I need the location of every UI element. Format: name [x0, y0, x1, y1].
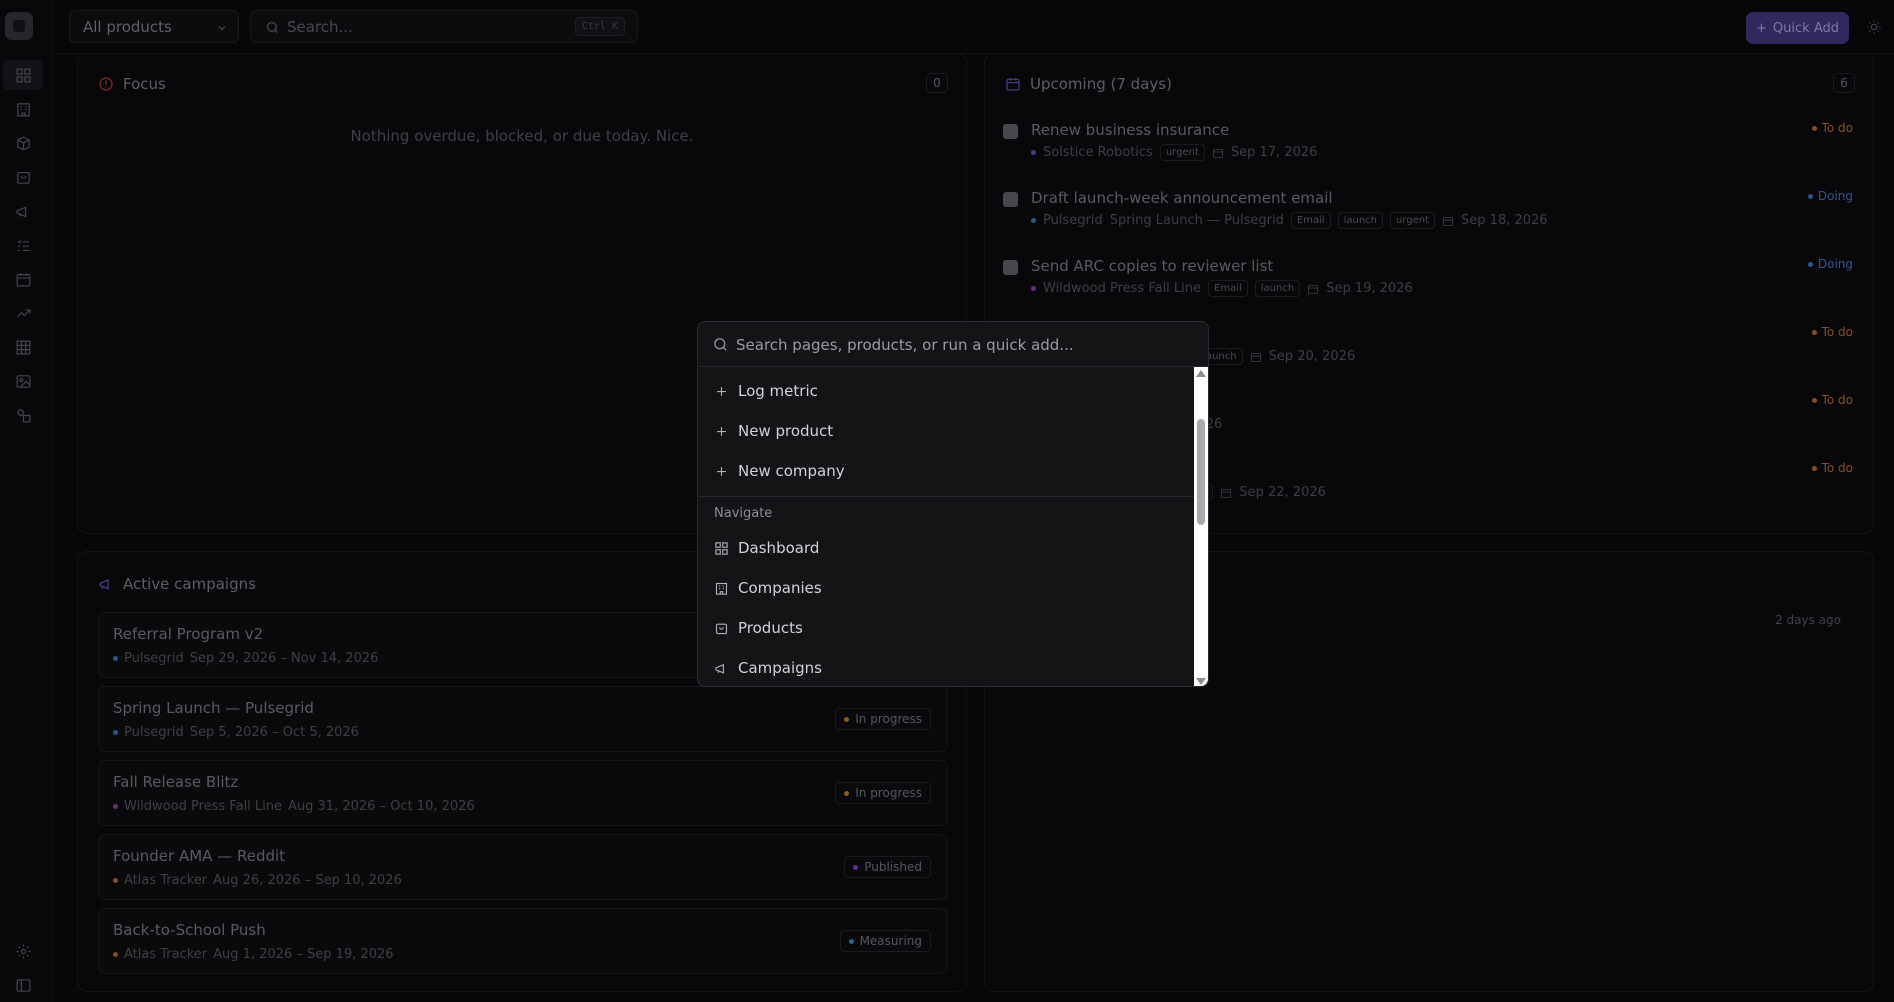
plus-icon — [717, 426, 726, 436]
palette-nav-companies[interactable]: Companies — [714, 574, 822, 602]
palette-group-navigate: Navigate — [714, 506, 773, 521]
palette-action-label: New product — [738, 422, 834, 440]
palette-nav-label: Dashboard — [738, 539, 820, 557]
palette-search-input[interactable] — [736, 332, 1186, 358]
products-icon — [715, 623, 728, 634]
palette-action-new-product[interactable]: New product — [714, 417, 833, 445]
scroll-thumb[interactable] — [1197, 419, 1205, 525]
palette-search — [698, 322, 1208, 367]
command-palette: Log metric New product New company Navig… — [697, 321, 1209, 687]
plus-icon — [717, 466, 726, 476]
plus-icon — [717, 386, 726, 396]
palette-nav-products[interactable]: Products — [714, 614, 803, 642]
palette-nav-label: Campaigns — [738, 659, 823, 677]
palette-divider — [698, 496, 1196, 497]
palette-action-log-metric[interactable]: Log metric — [714, 377, 818, 405]
palette-action-new-company[interactable]: New company — [714, 457, 845, 485]
palette-action-label: New company — [738, 462, 845, 480]
dashboard-icon — [715, 541, 728, 555]
scroll-down-arrow[interactable] — [1196, 678, 1206, 685]
palette-nav-label: Products — [738, 619, 803, 637]
search-icon — [714, 338, 727, 351]
palette-nav-campaigns[interactable]: Campaigns — [714, 654, 822, 682]
palette-scrollbar[interactable] — [1194, 367, 1208, 686]
palette-action-label: Log metric — [738, 382, 818, 400]
campaigns-icon — [715, 663, 724, 674]
companies-icon — [715, 582, 728, 595]
palette-nav-label: Companies — [738, 579, 822, 597]
scroll-up-arrow[interactable] — [1196, 370, 1206, 377]
palette-nav-dashboard[interactable]: Dashboard — [714, 534, 819, 562]
